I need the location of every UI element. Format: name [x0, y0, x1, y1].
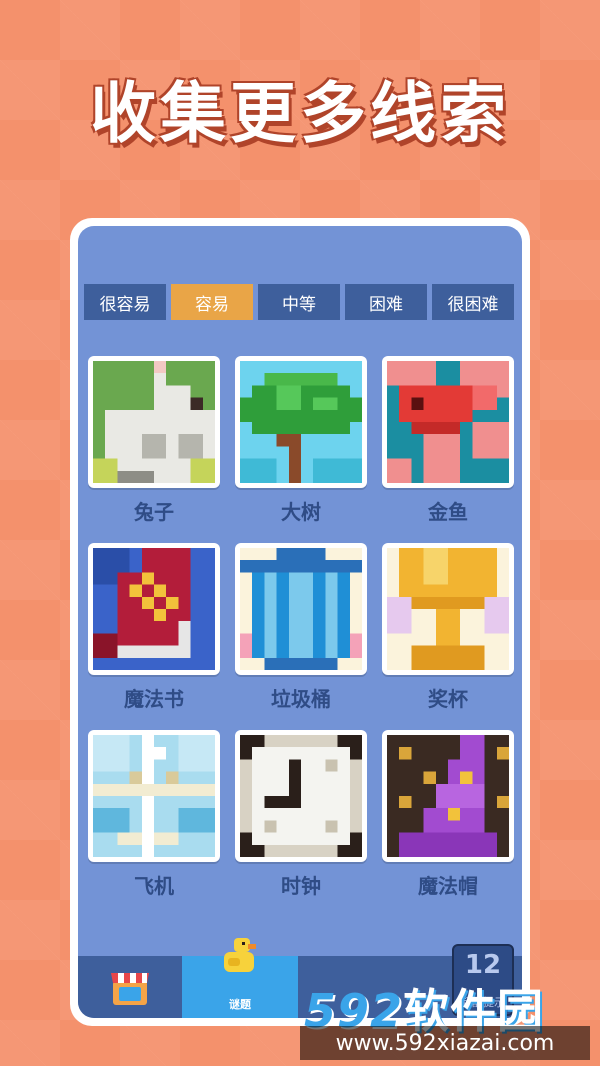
- puzzle-label: 飞机: [134, 874, 174, 898]
- tab-medium[interactable]: 中等: [258, 284, 340, 320]
- tree-pixel-art-icon: [235, 356, 367, 488]
- puzzle-label: 时钟: [281, 874, 321, 898]
- puzzle-card-airplane[interactable]: 飞机: [88, 730, 220, 899]
- puzzle-card-rabbit[interactable]: 兔子: [88, 356, 220, 525]
- puzzle-label: 魔法书: [124, 687, 184, 711]
- app-screen: 很容易 容易 中等 困难 很困难 兔子 大树 金鱼 魔法书 垃圾桶 奖杯 飞机 …: [78, 226, 522, 1018]
- trash-can-pixel-art-icon: [235, 543, 367, 675]
- trophy-pixel-art-icon: [382, 543, 514, 675]
- tab-easy[interactable]: 容易: [171, 284, 253, 320]
- duck-icon: [224, 938, 256, 972]
- puzzle-label: 兔子: [134, 500, 174, 524]
- airplane-pixel-art-icon: [88, 730, 220, 862]
- wizard-hat-pixel-art-icon: [382, 730, 514, 862]
- puzzle-label: 大树: [281, 500, 321, 524]
- puzzle-label: 魔法帽: [418, 874, 478, 898]
- nav-puzzle-label: 谜题: [229, 998, 251, 1011]
- puzzle-label: 奖杯: [428, 687, 468, 711]
- spellbook-pixel-art-icon: [88, 543, 220, 675]
- tab-hard[interactable]: 困难: [345, 284, 427, 320]
- shop-icon: [111, 973, 149, 1005]
- watermark-url: www.592xiazai.com: [300, 1026, 590, 1060]
- nav-shop[interactable]: [78, 956, 182, 1018]
- puzzle-label: 金鱼: [428, 500, 468, 524]
- puzzle-card-spellbook[interactable]: 魔法书: [88, 543, 220, 712]
- puzzle-card-wizard-hat[interactable]: 魔法帽: [382, 730, 514, 899]
- difficulty-tabs: 很容易 容易 中等 困难 很困难: [84, 284, 514, 320]
- rabbit-pixel-art-icon: [88, 356, 220, 488]
- puzzle-card-trash-can[interactable]: 垃圾桶: [235, 543, 367, 712]
- nav-puzzle[interactable]: 谜题: [182, 938, 298, 1018]
- puzzle-card-trophy[interactable]: 奖杯: [382, 543, 514, 712]
- puzzle-card-clock[interactable]: 时钟: [235, 730, 367, 899]
- tab-very-easy[interactable]: 很容易: [84, 284, 166, 320]
- puzzle-card-tree[interactable]: 大树: [235, 356, 367, 525]
- phone-frame: 很容易 容易 中等 困难 很困难 兔子 大树 金鱼 魔法书 垃圾桶 奖杯 飞机 …: [70, 218, 530, 1026]
- page-headline: 收集更多线索: [90, 75, 510, 152]
- clock-pixel-art-icon: [235, 730, 367, 862]
- puzzle-label: 垃圾桶: [271, 687, 331, 711]
- goldfish-pixel-art-icon: [382, 356, 514, 488]
- puzzle-card-goldfish[interactable]: 金鱼: [382, 356, 514, 525]
- tab-very-hard[interactable]: 很困难: [432, 284, 514, 320]
